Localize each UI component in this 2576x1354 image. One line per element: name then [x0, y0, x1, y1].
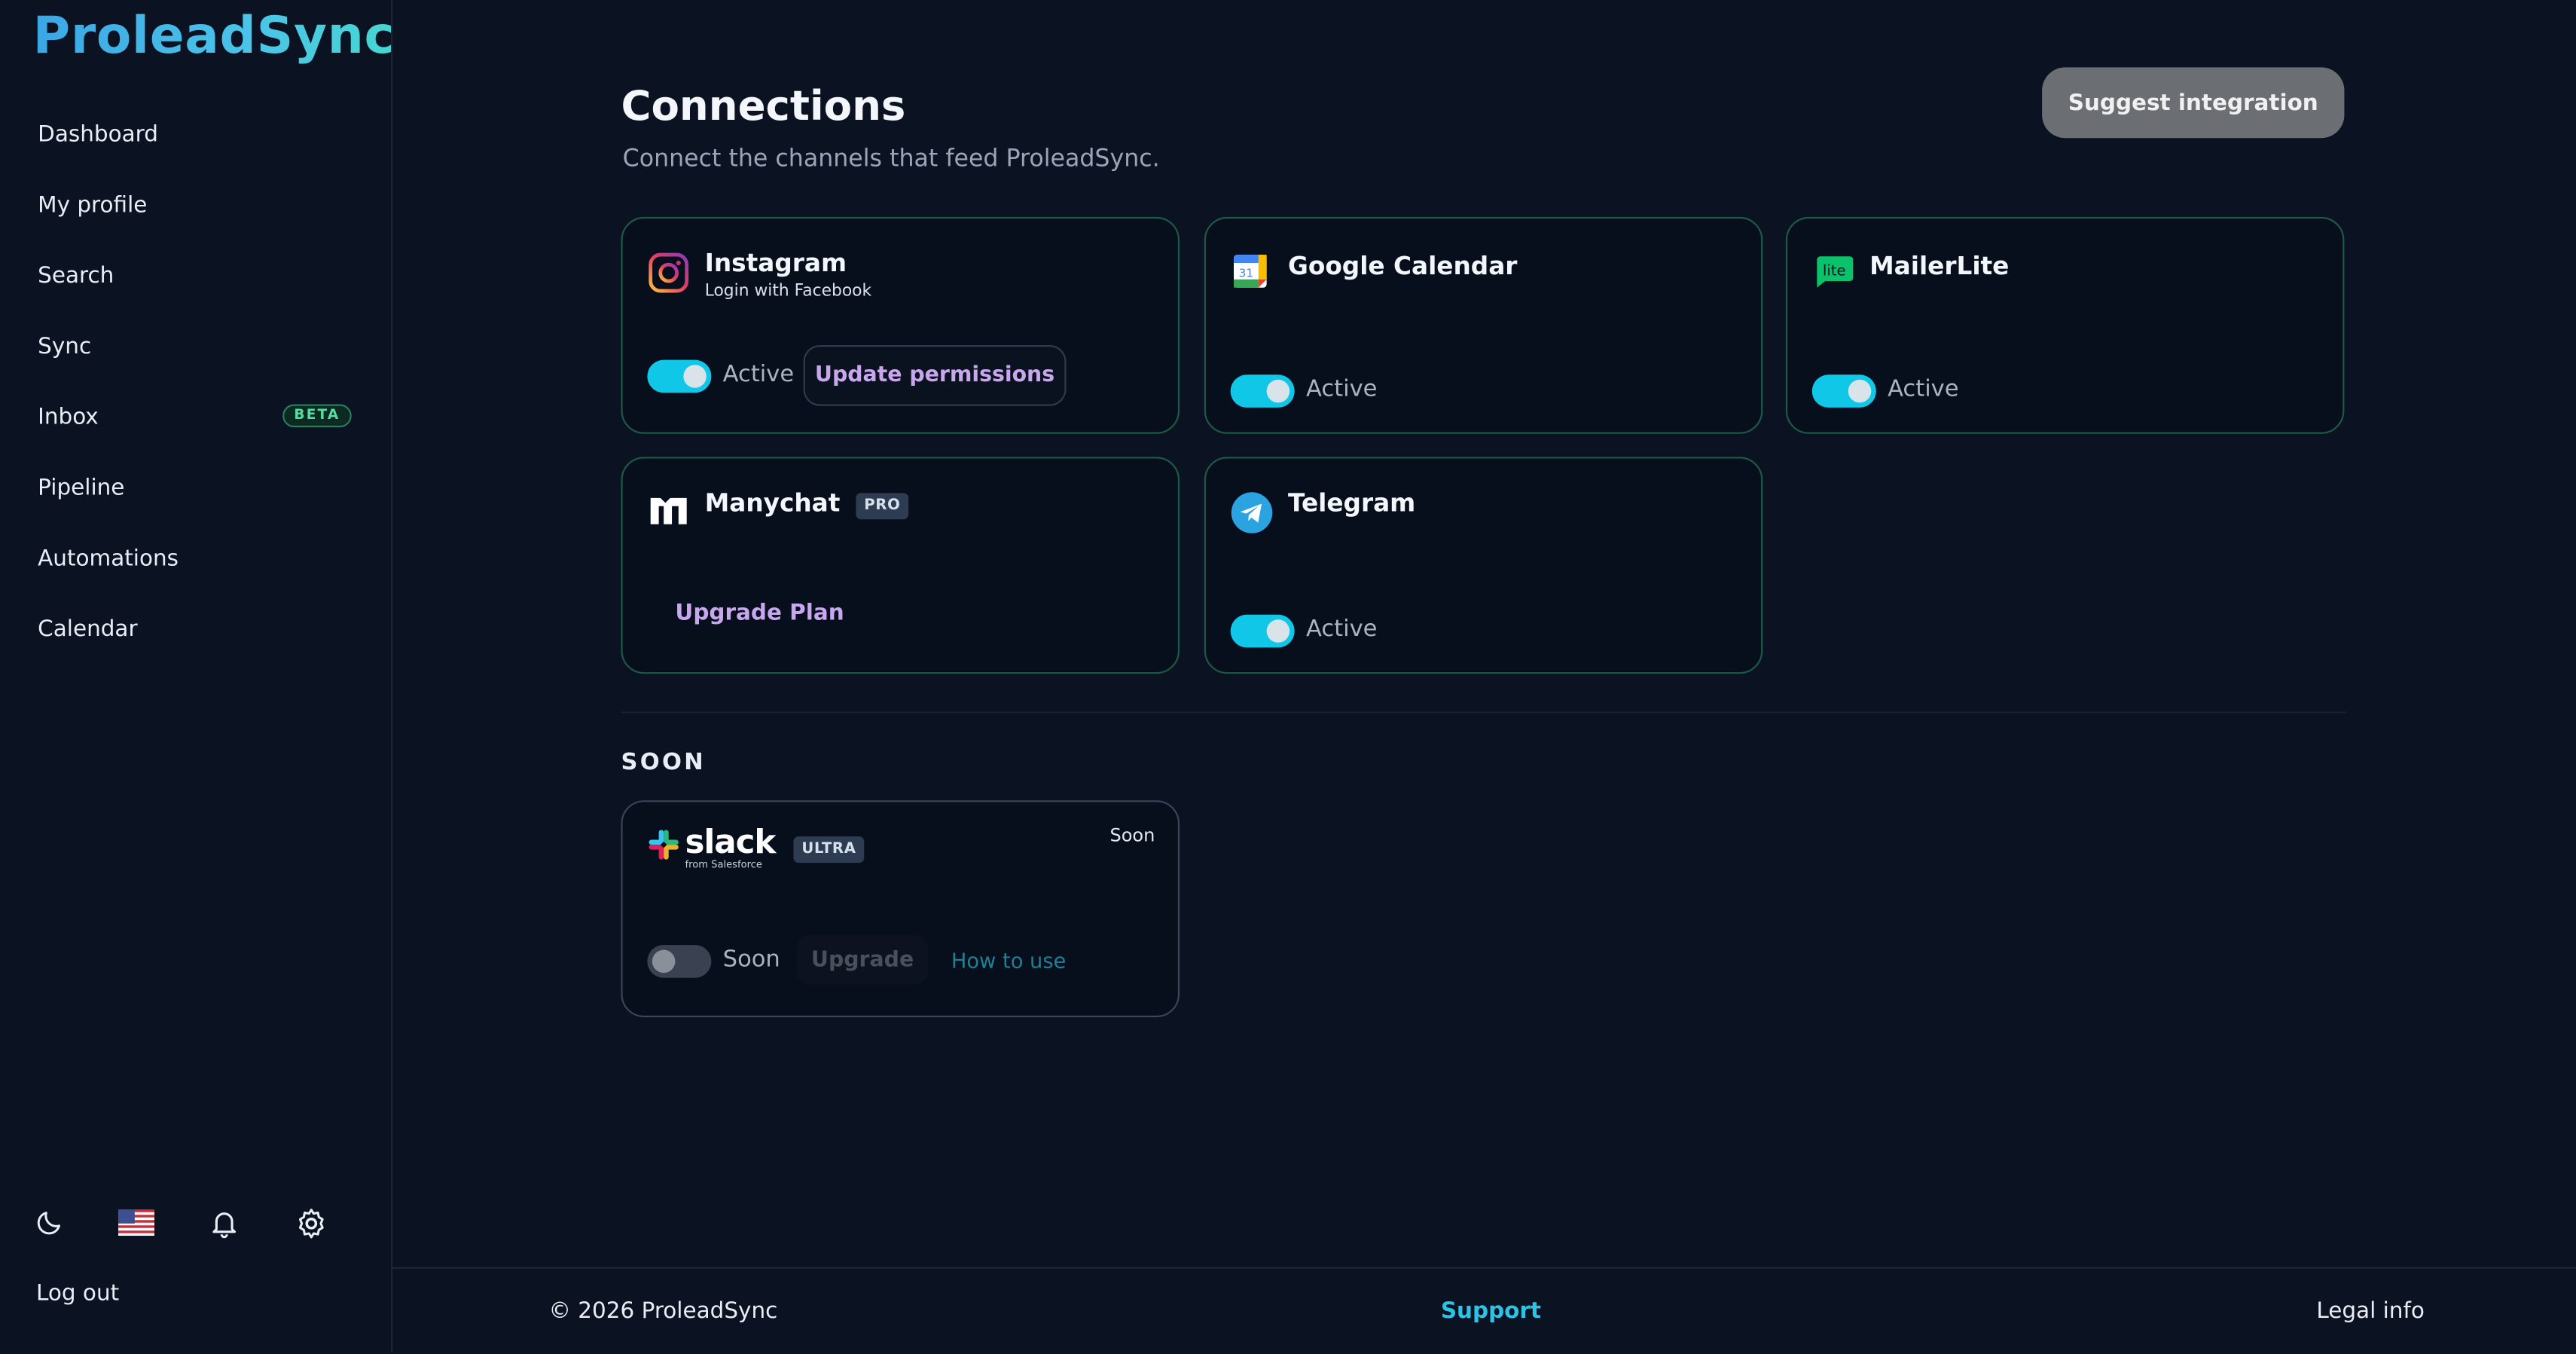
sidebar-item-label: Automations: [38, 545, 179, 571]
connection-name: Telegram: [1287, 488, 1416, 518]
footer-copyright: © 2026 ProleadSync: [548, 1298, 778, 1325]
ultra-badge: ULTRA: [793, 836, 865, 863]
sidebar-tools: [31, 1205, 379, 1241]
support-link[interactable]: Support: [1441, 1298, 1541, 1325]
legal-info-link[interactable]: Legal info: [2316, 1298, 2425, 1325]
manychat-icon: [647, 491, 690, 534]
sidebar-item-calendar[interactable]: Calendar: [0, 593, 391, 664]
connection-card-instagram: Instagram Login with Facebook Active Upd…: [621, 216, 1180, 434]
footer: © 2026 ProleadSync Support Legal info: [391, 1267, 2576, 1354]
google-calendar-toggle[interactable]: [1230, 374, 1295, 408]
sidebar-item-label: Dashboard: [38, 121, 158, 148]
sidebar-item-label: Inbox: [38, 403, 99, 430]
beta-badge: BETA: [282, 404, 352, 428]
slack-from-salesforce: from Salesforce: [685, 859, 762, 871]
status-label: Active: [722, 361, 795, 388]
sidebar-item-search[interactable]: Search: [0, 240, 391, 310]
connection-card-mailerlite: lite MailerLite Active: [1785, 216, 2345, 434]
sidebar-item-my-profile[interactable]: My profile: [0, 170, 391, 240]
update-permissions-button[interactable]: Update permissions: [803, 345, 1067, 406]
connection-card-google-calendar: 31 Google Calendar Active: [1204, 216, 1763, 434]
brand-logo[interactable]: ProleadSync: [33, 7, 395, 66]
sidebar-item-label: Search: [38, 261, 114, 289]
connection-name: Google Calendar: [1287, 251, 1518, 281]
us-flag-icon[interactable]: [118, 1205, 155, 1241]
soon-heading: SOON: [621, 749, 707, 776]
instagram-toggle[interactable]: [647, 359, 712, 393]
sidebar-item-label: Calendar: [38, 615, 138, 642]
slack-wordmark: slack: [685, 821, 777, 861]
sidebar-item-dashboard[interactable]: Dashboard: [0, 99, 391, 170]
sidebar-item-automations[interactable]: Automations: [0, 523, 391, 594]
page-title: Connections: [621, 82, 906, 130]
status-label: Active: [1888, 376, 1959, 403]
connection-subtitle: Login with Facebook: [704, 283, 872, 301]
connection-card-telegram: Telegram Active: [1204, 457, 1763, 674]
status-label: Active: [1305, 376, 1378, 403]
slack-toggle[interactable]: [647, 945, 712, 978]
telegram-toggle[interactable]: [1230, 614, 1295, 648]
sidebar-item-inbox[interactable]: Inbox BETA: [0, 381, 391, 452]
connection-name: MailerLite: [1869, 251, 2010, 281]
how-to-use-link[interactable]: How to use: [951, 948, 1066, 973]
sidebar-item-sync[interactable]: Sync: [0, 310, 391, 381]
pro-badge: PRO: [856, 493, 909, 520]
telegram-icon: [1231, 491, 1274, 534]
sidebar-item-label: Sync: [38, 332, 92, 359]
connection-card-slack: slack from Salesforce ULTRA Soon Soon Up…: [621, 800, 1180, 1018]
svg-text:lite: lite: [1823, 261, 1846, 279]
upgrade-button[interactable]: Upgrade: [796, 935, 929, 985]
suggest-integration-button[interactable]: Suggest integration: [2042, 67, 2345, 139]
bell-icon[interactable]: [206, 1205, 242, 1241]
connection-name: Instagram: [704, 248, 847, 278]
soon-tag: Soon: [1109, 824, 1155, 847]
gear-icon[interactable]: [292, 1205, 328, 1241]
sidebar-nav: Dashboard My profile Search Sync Inbox BE…: [0, 99, 391, 664]
sidebar: ProleadSync Dashboard My profile Search …: [0, 0, 395, 1353]
connection-name: Manychat: [704, 488, 841, 518]
sidebar-item-pipeline[interactable]: Pipeline: [0, 452, 391, 523]
section-divider: [621, 711, 2346, 714]
sidebar-item-label: Pipeline: [38, 474, 125, 501]
logout-link[interactable]: Log out: [36, 1280, 119, 1307]
mailerlite-toggle[interactable]: [1811, 374, 1876, 408]
connection-card-manychat: Manychat PRO Upgrade Plan: [621, 457, 1180, 674]
slack-icon: [647, 828, 686, 867]
instagram-icon: [647, 252, 690, 295]
sidebar-item-label: My profile: [38, 191, 148, 218]
google-calendar-icon: 31: [1231, 252, 1274, 295]
moon-icon[interactable]: [31, 1205, 67, 1241]
upgrade-plan-link[interactable]: Upgrade Plan: [675, 600, 844, 626]
status-label: Soon: [722, 946, 780, 973]
status-label: Active: [1305, 616, 1378, 643]
page-subtitle: Connect the channels that feed ProleadSy…: [622, 146, 1160, 173]
mailerlite-icon: lite: [1812, 252, 1855, 295]
svg-text:31: 31: [1239, 267, 1253, 280]
